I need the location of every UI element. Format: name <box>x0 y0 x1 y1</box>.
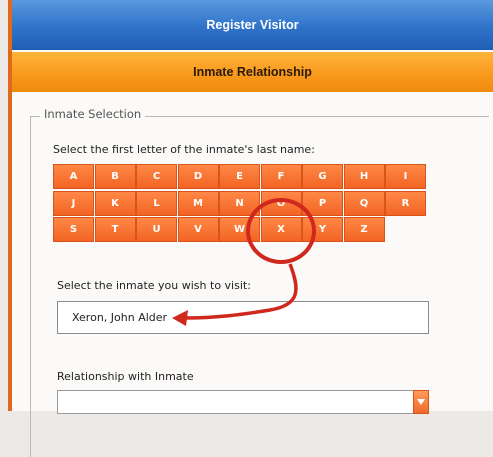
letter-key-p[interactable]: P <box>302 190 343 216</box>
window-title-bar: Register Visitor <box>12 0 493 50</box>
relationship-select[interactable] <box>57 390 429 414</box>
letter-key-z[interactable]: Z <box>343 217 385 242</box>
letter-key-l[interactable]: L <box>136 190 177 216</box>
inmate-prompt: Select the inmate you wish to visit: <box>57 279 251 292</box>
letter-key-u[interactable]: U <box>136 217 177 242</box>
letter-key-e[interactable]: E <box>219 164 260 189</box>
inmate-select-value: Xeron, John Alder <box>72 311 168 324</box>
letter-key-i[interactable]: I <box>385 164 426 189</box>
letter-prompt: Select the first letter of the inmate's … <box>53 143 315 156</box>
letter-key-x[interactable]: X <box>260 217 302 242</box>
letter-key-d[interactable]: D <box>177 164 219 189</box>
letter-key-j[interactable]: J <box>53 190 94 216</box>
letter-key-b[interactable]: B <box>94 164 136 189</box>
letter-key-v[interactable]: V <box>177 217 219 242</box>
letter-key-c[interactable]: C <box>136 164 177 189</box>
letter-key-f[interactable]: F <box>260 164 302 189</box>
letter-key-y[interactable]: Y <box>302 217 343 242</box>
letter-key-g[interactable]: G <box>302 164 343 189</box>
section-title: Inmate Relationship <box>193 65 312 79</box>
letter-key-n[interactable]: N <box>219 190 260 216</box>
letter-key-k[interactable]: K <box>94 190 136 216</box>
letter-key-h[interactable]: H <box>343 164 385 189</box>
letter-key-s[interactable]: S <box>53 217 94 242</box>
section-header: Inmate Relationship <box>12 52 493 92</box>
window-title: Register Visitor <box>206 18 299 32</box>
letter-key-a[interactable]: A <box>53 164 94 189</box>
inmate-select[interactable]: Xeron, John Alder <box>57 301 429 334</box>
letter-key-m[interactable]: M <box>177 190 219 216</box>
letter-key-o[interactable]: O <box>260 190 302 216</box>
dropdown-arrow-icon[interactable] <box>413 390 429 414</box>
relationship-label: Relationship with Inmate <box>57 370 194 383</box>
letter-key-r[interactable]: R <box>385 190 426 216</box>
inmate-selection-legend: Inmate Selection <box>40 107 146 121</box>
letter-key-w[interactable]: W <box>219 217 260 242</box>
letter-key-q[interactable]: Q <box>343 190 385 216</box>
letter-grid: ABCDEFGHI JKLMNOPQR STUVWXYZ <box>53 164 429 243</box>
letter-key-t[interactable]: T <box>94 217 136 242</box>
